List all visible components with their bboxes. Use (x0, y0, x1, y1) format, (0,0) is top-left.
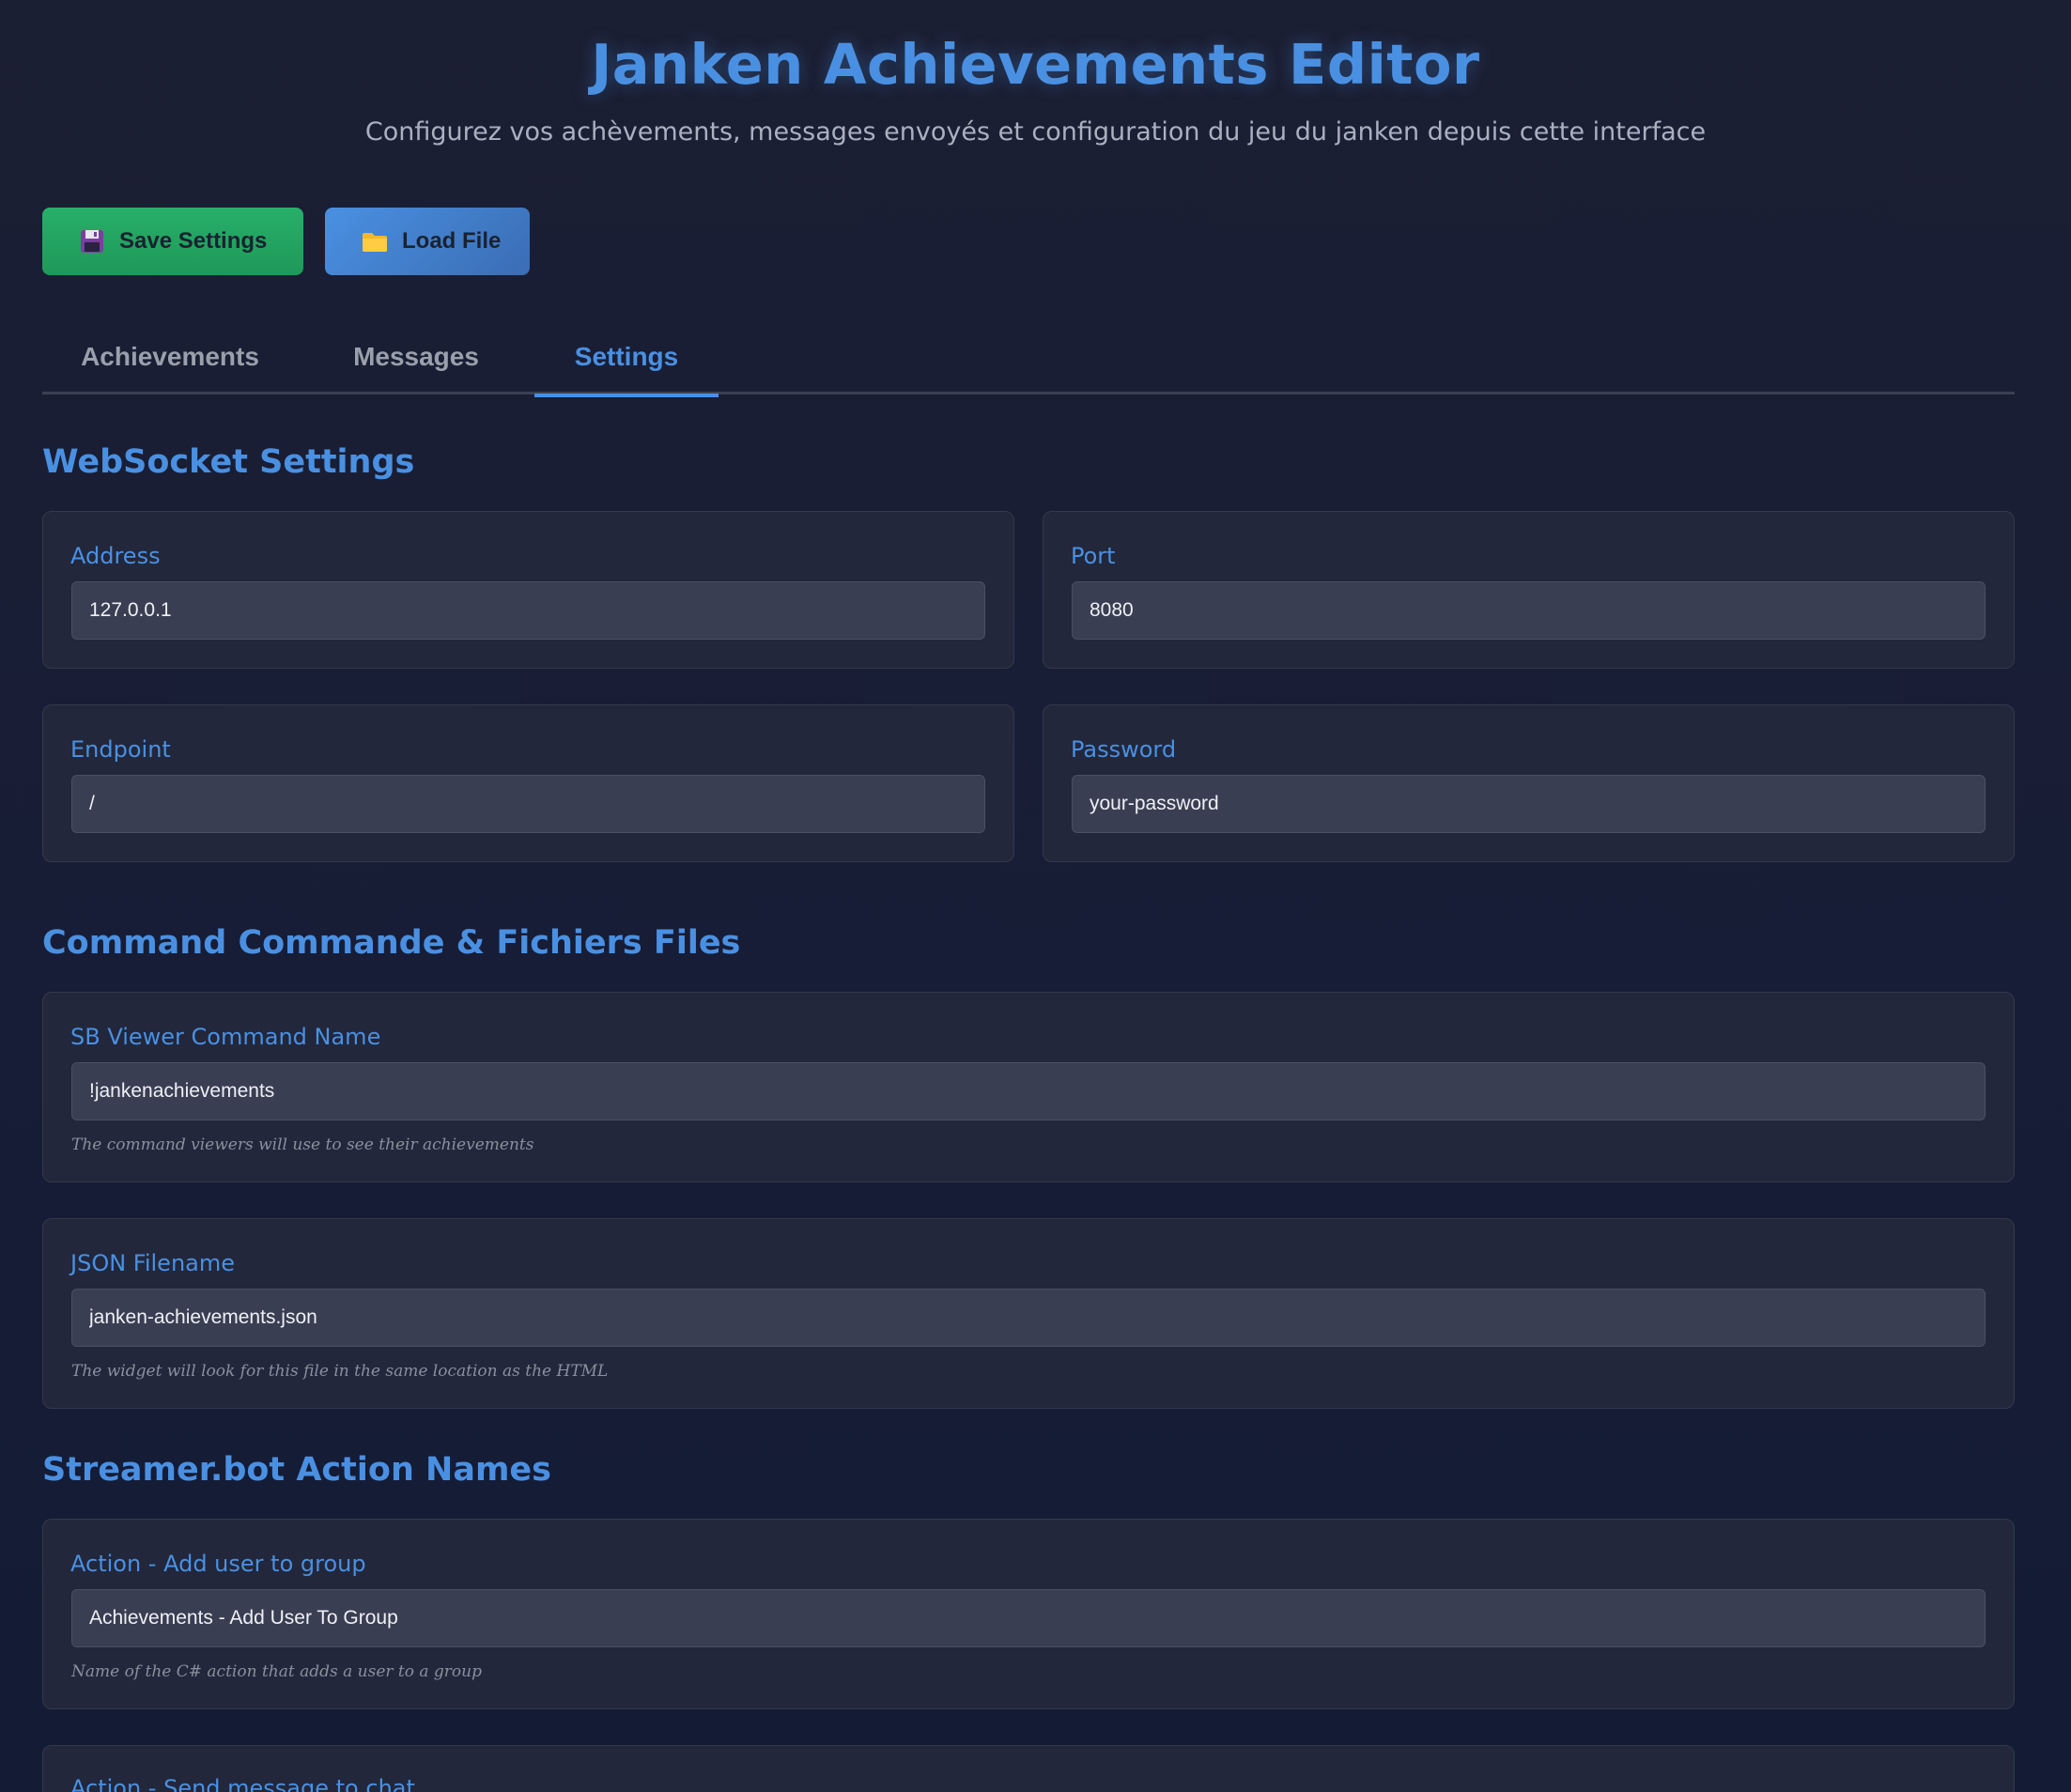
add-user-action-help: Name of the C# action that adds a user t… (71, 1662, 483, 1681)
tab-settings[interactable]: Settings (534, 319, 719, 397)
floppy-disk-icon (78, 227, 106, 255)
add-user-action-input[interactable] (71, 1589, 1986, 1647)
page-header: Janken Achievements Editor Configurez vo… (0, 0, 2071, 148)
add-user-action-label: Action - Add user to group (70, 1551, 366, 1577)
page-title: Janken Achievements Editor (591, 32, 1480, 97)
toolbar: Save Settings Load File (42, 208, 530, 275)
json-filename-input[interactable] (71, 1289, 1986, 1347)
tab-achievements[interactable]: Achievements (42, 319, 298, 394)
tab-messages[interactable]: Messages (298, 319, 534, 394)
save-settings-button[interactable]: Save Settings (42, 208, 303, 275)
password-card: Password (1043, 704, 2015, 862)
command-files-section-title: Command Commande & Fichiers Files (42, 924, 741, 962)
address-input[interactable] (71, 581, 985, 640)
page-subtitle: Configurez vos achèvements, messages env… (364, 117, 1707, 147)
json-filename-label: JSON Filename (70, 1250, 236, 1276)
port-label: Port (1071, 543, 1116, 569)
endpoint-input[interactable] (71, 775, 985, 833)
endpoint-label: Endpoint (70, 736, 171, 763)
port-card: Port (1043, 511, 2015, 669)
port-input[interactable] (1072, 581, 1986, 640)
folder-icon (361, 227, 389, 255)
password-label: Password (1071, 736, 1177, 763)
tab-bar: Achievements Messages Settings (42, 319, 2015, 397)
load-file-label: Load File (402, 228, 502, 254)
address-label: Address (70, 543, 161, 569)
save-settings-label: Save Settings (119, 228, 268, 254)
command-name-help: The command viewers will use to see thei… (71, 1135, 534, 1154)
endpoint-card: Endpoint (42, 704, 1014, 862)
json-filename-help: The widget will look for this file in th… (71, 1362, 609, 1381)
password-input[interactable] (1072, 775, 1986, 833)
add-user-action-card: Action - Add user to group Name of the C… (42, 1519, 2015, 1709)
send-message-action-card: Action - Send message to chat (42, 1745, 2015, 1792)
json-filename-card: JSON Filename The widget will look for t… (42, 1218, 2015, 1409)
send-message-action-label: Action - Send message to chat (70, 1775, 415, 1792)
actions-section-title: Streamer.bot Action Names (42, 1451, 552, 1489)
load-file-button[interactable]: Load File (325, 208, 530, 275)
address-card: Address (42, 511, 1014, 669)
command-name-card: SB Viewer Command Name The command viewe… (42, 992, 2015, 1182)
websocket-section-title: WebSocket Settings (42, 443, 415, 481)
command-name-label: SB Viewer Command Name (70, 1024, 381, 1050)
command-name-input[interactable] (71, 1062, 1986, 1120)
